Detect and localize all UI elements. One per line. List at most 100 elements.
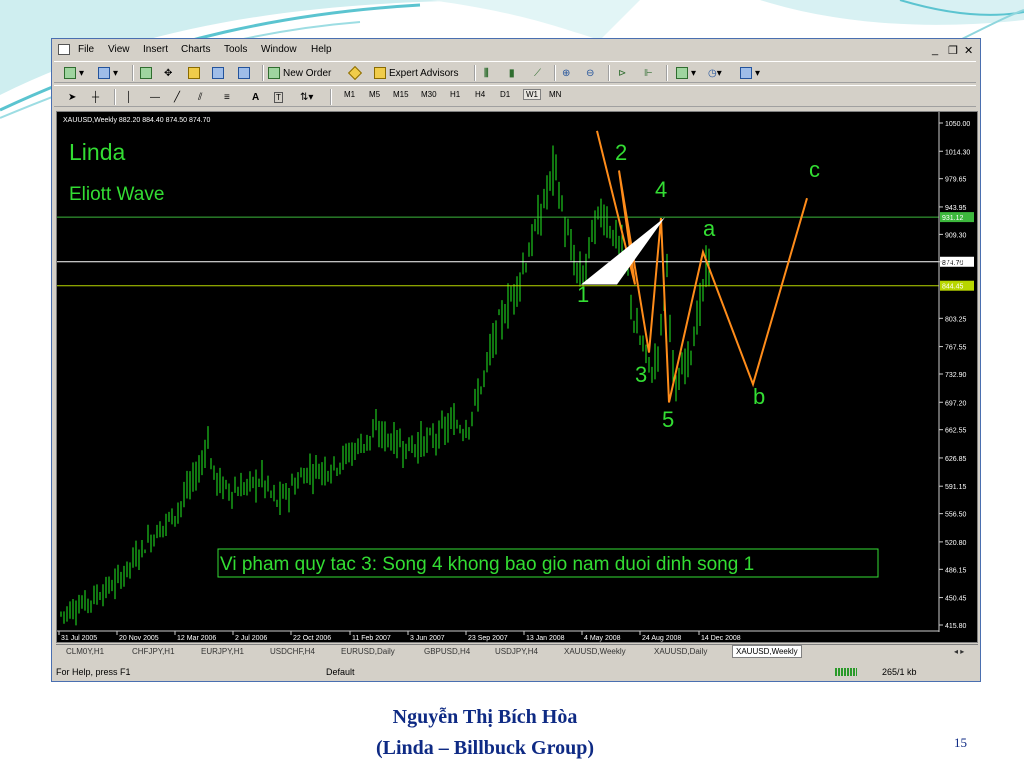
candlestick-button[interactable]: ▮ xyxy=(509,65,515,81)
text-label-button[interactable]: T xyxy=(274,89,283,105)
market-watch-button[interactable] xyxy=(140,65,155,81)
arrows-icon: ⇅▾ xyxy=(300,91,314,103)
wave-label-3: 3 xyxy=(635,362,647,387)
author-name: Nguyễn Thị Bích Hòa xyxy=(392,706,578,728)
close-button[interactable]: ✕ xyxy=(964,44,973,57)
status-traffic: 265/1 kb xyxy=(882,667,917,677)
status-profile: Default xyxy=(326,667,355,677)
menu-tools[interactable]: Tools xyxy=(224,44,247,55)
chart-subtitle: Eliott Wave xyxy=(69,184,164,205)
chart-shift-button[interactable]: ⊩ xyxy=(644,65,653,81)
zoom-in-button[interactable]: ⊕ xyxy=(562,65,570,81)
fibonacci-button[interactable]: ≡ xyxy=(224,89,230,105)
tab-chfjpy-h1[interactable]: CHFJPY,H1 xyxy=(132,647,175,656)
minimize-button[interactable]: _ xyxy=(932,44,938,56)
wave-label-4: 4 xyxy=(655,177,667,202)
timeframe-m30[interactable]: M30 xyxy=(421,90,437,99)
time-label: 4 May 2008 xyxy=(584,635,621,642)
timeframe-m15[interactable]: M15 xyxy=(393,90,409,99)
cursor-arrow-icon: ➤ xyxy=(68,91,77,103)
connection-bars-icon xyxy=(835,668,857,676)
vertical-line-button[interactable]: │ xyxy=(126,89,132,105)
restore-button[interactable]: ❐ xyxy=(948,44,958,57)
expert-advisors-button[interactable]: Expert Advisors xyxy=(374,65,458,81)
new-chart-button[interactable]: ▾ xyxy=(64,65,84,81)
time-label: 20 Nov 2005 xyxy=(119,635,159,642)
timeframe-w1[interactable]: W1 xyxy=(523,89,541,100)
navigator-button[interactable]: ✥ xyxy=(164,65,172,81)
chart-shift-icon: ⊩ xyxy=(644,67,653,79)
terminal-icon xyxy=(212,67,224,79)
templates-icon xyxy=(740,67,752,79)
line-chart-icon: ⟋ xyxy=(534,67,541,79)
timeframe-h1[interactable]: H1 xyxy=(450,90,460,99)
diamond-icon xyxy=(347,65,363,81)
fibonacci-icon: ≡ xyxy=(224,91,230,103)
cursor-button[interactable]: ➤ xyxy=(68,89,76,105)
crosshair-icon: ┼ xyxy=(92,91,100,103)
time-label: 11 Feb 2007 xyxy=(352,635,391,642)
status-bar: For Help, press F1 Default 265/1 kb xyxy=(52,663,980,681)
menu-help[interactable]: Help xyxy=(311,44,332,55)
horizontal-line-icon: — xyxy=(150,91,160,103)
favorites-button[interactable] xyxy=(188,65,203,81)
line-chart-button[interactable]: ⟋ xyxy=(534,65,541,81)
candlestick-icon: ▮ xyxy=(509,67,515,79)
trendline-button[interactable]: ╱ xyxy=(174,89,180,105)
tab-xauusd-weekly-1[interactable]: XAUUSD,Weekly xyxy=(564,647,626,656)
terminal-button[interactable] xyxy=(212,65,227,81)
profiles-button[interactable]: ▾ xyxy=(98,65,118,81)
arrows-button[interactable]: ⇅▾ xyxy=(300,89,313,105)
tab-xauusd-weekly-active[interactable]: XAUUSD,Weekly xyxy=(732,645,802,658)
tab-usdchf-h4[interactable]: USDCHF,H4 xyxy=(270,647,315,656)
auto-scroll-button[interactable]: ⊳ xyxy=(618,65,626,81)
tab-scroll-arrows[interactable]: ◂ ▸ xyxy=(954,647,964,656)
channel-icon: ⫽ xyxy=(198,91,203,103)
time-label: 24 Aug 2008 xyxy=(642,635,681,642)
strategy-tester-button[interactable] xyxy=(238,65,253,81)
timeframe-h4[interactable]: H4 xyxy=(475,90,485,99)
expert-advisors-label: Expert Advisors xyxy=(389,67,459,79)
price-chart[interactable]: 931.12 874.70 844.45 1050.00 1014.30 979.65 9… xyxy=(56,111,978,643)
horizontal-line-button[interactable]: — xyxy=(150,89,160,105)
expert-advisors-icon xyxy=(374,67,386,79)
menu-insert[interactable]: Insert xyxy=(143,44,168,55)
metaeditor-button[interactable] xyxy=(347,65,363,81)
menu-charts[interactable]: Charts xyxy=(181,44,210,55)
text-tool-icon: A xyxy=(252,91,260,103)
zoom-out-button[interactable]: ⊖ xyxy=(586,65,594,81)
text-label-icon: T xyxy=(274,91,283,103)
zoom-out-icon: ⊖ xyxy=(586,67,595,79)
new-order-icon xyxy=(268,67,280,79)
overlap-triangle xyxy=(581,217,665,285)
menu-bar: File View Insert Charts Tools Window Hel… xyxy=(52,41,980,59)
crosshair-button[interactable]: ┼ xyxy=(92,89,99,105)
time-label: 13 Jan 2008 xyxy=(526,635,565,642)
timeframe-m5[interactable]: M5 xyxy=(369,90,380,99)
indicators-button[interactable]: ▾ xyxy=(676,65,696,81)
menu-file[interactable]: File xyxy=(78,44,94,55)
templates-button[interactable]: ▾ xyxy=(740,65,760,81)
tab-gbpusd-h4[interactable]: GBPUSD,H4 xyxy=(424,647,470,656)
status-help-text: For Help, press F1 xyxy=(56,667,131,677)
slide-number: 15 xyxy=(954,735,967,750)
tab-eurusd-daily[interactable]: EURUSD,Daily xyxy=(341,647,395,656)
wave-label-a: a xyxy=(703,216,716,241)
text-button[interactable]: A xyxy=(252,89,259,105)
zoom-in-icon: ⊕ xyxy=(562,67,571,79)
tab-xauusd-daily[interactable]: XAUUSD,Daily xyxy=(654,647,707,656)
periods-button[interactable]: ◷ ▾ xyxy=(708,65,722,81)
menu-window[interactable]: Window xyxy=(261,44,297,55)
tab-usdjpy-h4[interactable]: USDJPY,H4 xyxy=(495,647,538,656)
timeframe-m1[interactable]: M1 xyxy=(344,90,355,99)
new-order-button[interactable]: New Order xyxy=(268,65,331,81)
menu-view[interactable]: View xyxy=(108,44,130,55)
time-label: 3 Jun 2007 xyxy=(410,635,445,642)
timeframe-d1[interactable]: D1 xyxy=(500,90,510,99)
timeframe-mn[interactable]: MN xyxy=(549,90,561,99)
tab-clm0y-h1[interactable]: CLM0Y,H1 xyxy=(66,647,104,656)
time-label: 12 Mar 2006 xyxy=(177,635,216,642)
tab-eurjpy-h1[interactable]: EURJPY,H1 xyxy=(201,647,244,656)
channel-button[interactable]: ⫽ xyxy=(198,89,202,105)
bar-chart-button[interactable]: ⫼ xyxy=(484,65,489,81)
